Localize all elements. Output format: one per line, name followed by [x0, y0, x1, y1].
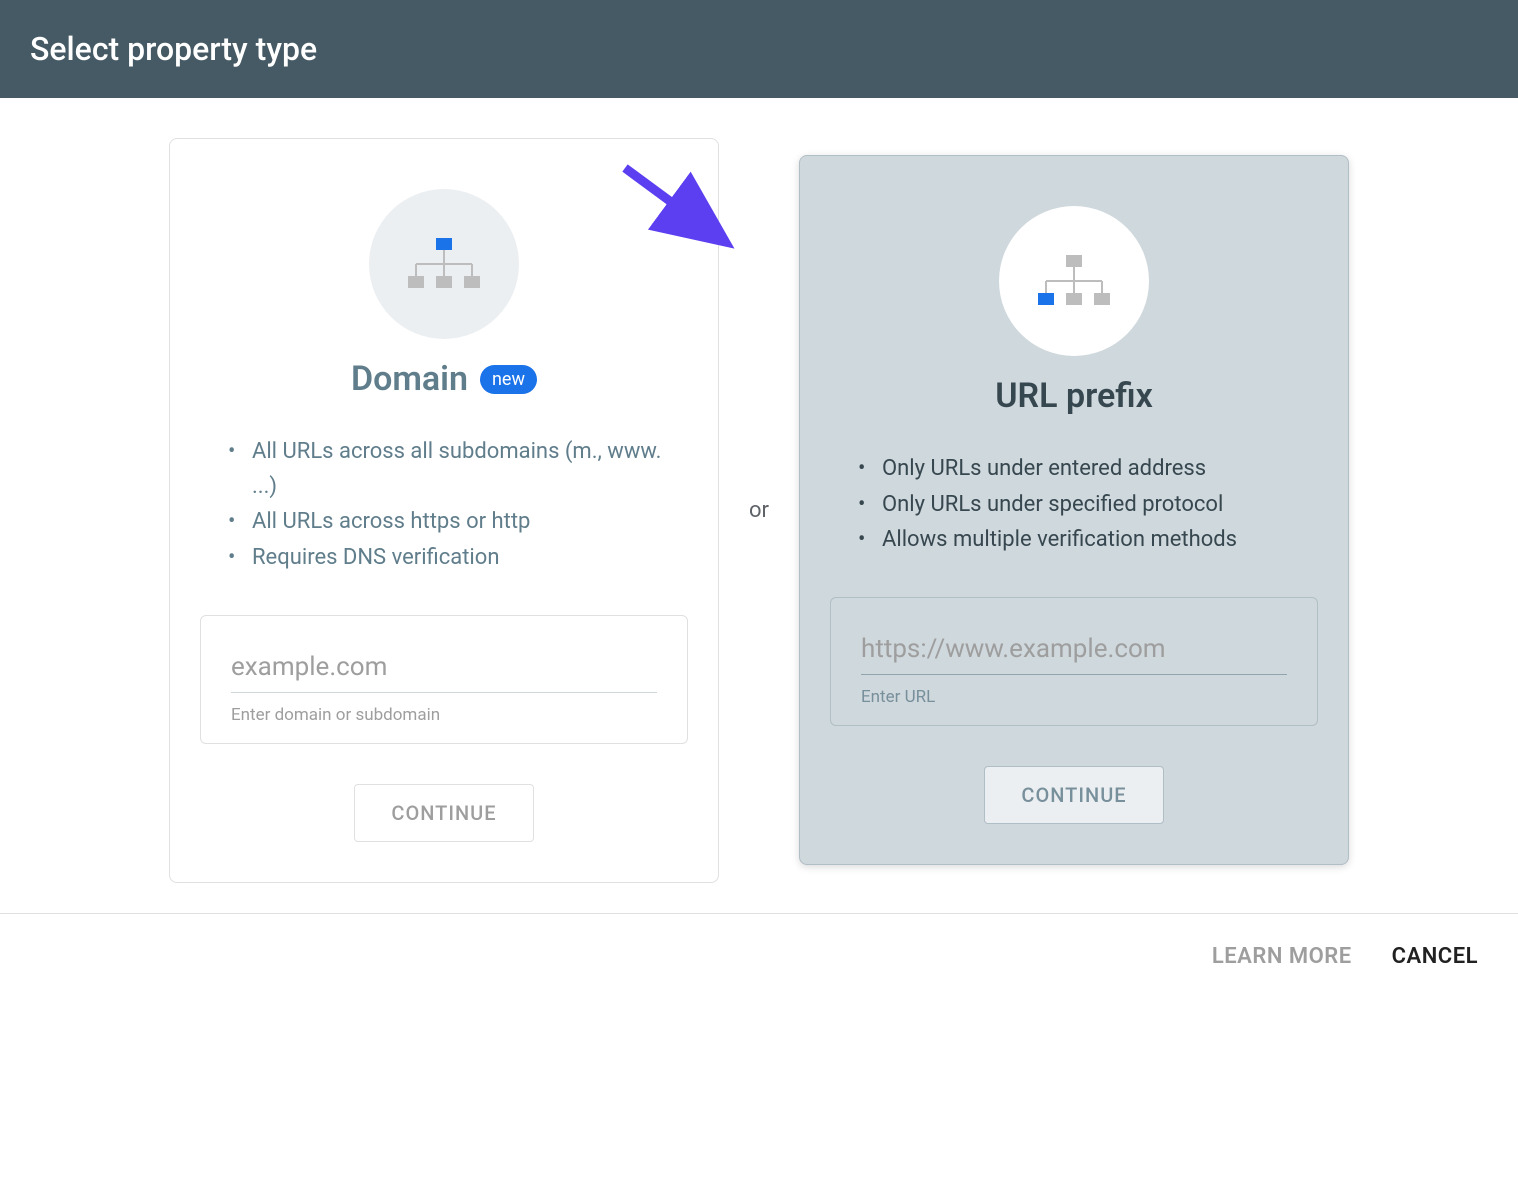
urlprefix-feature-item: Allows multiple verification methods [850, 522, 1318, 557]
domain-continue-button[interactable]: CONTINUE [354, 784, 533, 842]
urlprefix-continue-button[interactable]: CONTINUE [984, 766, 1163, 824]
urlprefix-feature-item: Only URLs under specified protocol [850, 487, 1318, 522]
domain-icon-circle [369, 189, 519, 339]
domain-card-title: Domain new [351, 359, 537, 399]
domain-card[interactable]: Domain new All URLs across all subdomain… [169, 138, 719, 883]
urlprefix-feature-list: Only URLs under entered address Only URL… [830, 451, 1318, 557]
urlprefix-title-text: URL prefix [995, 376, 1153, 416]
domain-feature-item: Requires DNS verification [220, 540, 688, 575]
sitemap-icon [1034, 251, 1114, 311]
domain-input-box: Enter domain or subdomain [200, 615, 688, 744]
domain-feature-list: All URLs across all subdomains (m., www.… [200, 434, 688, 575]
or-separator: or [749, 498, 769, 523]
new-badge: new [480, 365, 537, 394]
dialog-title: Select property type [30, 30, 317, 68]
urlprefix-card[interactable]: URL prefix Only URLs under entered addre… [799, 155, 1349, 865]
urlprefix-input-box: Enter URL [830, 597, 1318, 726]
urlprefix-card-title: URL prefix [995, 376, 1153, 416]
domain-feature-item: All URLs across https or http [220, 504, 688, 539]
urlprefix-feature-item: Only URLs under entered address [850, 451, 1318, 486]
dialog-footer: LEARN MORE CANCEL [0, 913, 1518, 999]
learn-more-button[interactable]: LEARN MORE [1212, 944, 1352, 969]
domain-title-text: Domain [351, 359, 468, 399]
urlprefix-input-hint: Enter URL [861, 687, 1287, 707]
sitemap-icon [404, 234, 484, 294]
domain-input-hint: Enter domain or subdomain [231, 705, 657, 725]
cancel-button[interactable]: CANCEL [1392, 944, 1478, 969]
urlprefix-icon-circle [999, 206, 1149, 356]
content-area: Domain new All URLs across all subdomain… [0, 98, 1518, 913]
domain-feature-item: All URLs across all subdomains (m., www.… [220, 434, 688, 504]
urlprefix-input[interactable] [861, 628, 1287, 675]
dialog-header: Select property type [0, 0, 1518, 98]
domain-input[interactable] [231, 646, 657, 693]
